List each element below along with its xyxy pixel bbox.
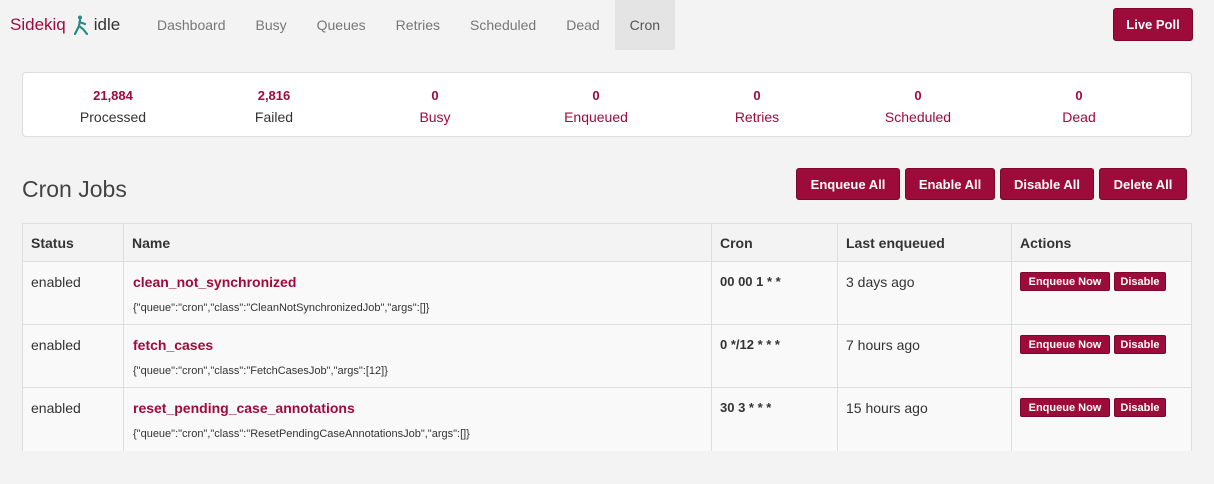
header-status: Status — [31, 235, 74, 251]
stat-label: Scheduled — [884, 109, 952, 125]
table-row: enabled fetch_cases {"queue":"cron","cla… — [23, 325, 1191, 388]
disable-button[interactable]: Disable — [1114, 335, 1166, 354]
live-poll-button[interactable]: Live Poll — [1113, 8, 1193, 41]
stat-label: Busy — [419, 109, 451, 125]
stat-label: Retries — [734, 109, 780, 125]
stat-enqueued[interactable]: 0 Enqueued — [526, 73, 666, 138]
disable-button[interactable]: Disable — [1114, 398, 1166, 417]
job-args: {"queue":"cron","class":"FetchCasesJob",… — [133, 365, 388, 377]
table-header-row: Status Name Cron Last enqueued Actions — [23, 224, 1191, 262]
stat-count: 0 — [431, 88, 439, 103]
delete-all-button[interactable]: Delete All — [1099, 168, 1187, 200]
disable-button[interactable]: Disable — [1114, 272, 1166, 291]
nav-busy[interactable]: Busy — [241, 0, 302, 50]
brand-name: Sidekiq — [10, 15, 66, 34]
stat-label: Processed — [79, 109, 147, 125]
header-actions: Actions — [1020, 235, 1072, 251]
table-row: enabled reset_pending_case_annotations {… — [23, 388, 1191, 451]
process-status: idle — [93, 15, 121, 34]
nav-dead[interactable]: Dead — [551, 0, 614, 50]
stat-dead[interactable]: 0 Dead — [1009, 73, 1149, 138]
stat-label: Failed — [254, 109, 294, 125]
job-name-link[interactable]: clean_not_synchronized — [133, 274, 296, 290]
job-name-link[interactable]: fetch_cases — [133, 337, 213, 353]
last-enqueued: 7 hours ago — [846, 337, 920, 353]
nav-scheduled[interactable]: Scheduled — [455, 0, 551, 50]
cron-expression: 30 3 * * * — [720, 400, 772, 415]
stat-count: 21,884 — [93, 88, 133, 103]
stat-scheduled[interactable]: 0 Scheduled — [848, 73, 988, 138]
header-cron: Cron — [720, 235, 753, 251]
job-args: {"queue":"cron","class":"CleanNotSynchro… — [133, 302, 430, 314]
job-status: enabled — [31, 400, 81, 416]
job-name-link[interactable]: reset_pending_case_annotations — [133, 400, 355, 416]
sidekiq-figure-icon — [73, 15, 88, 35]
brand[interactable]: Sidekiq idle — [10, 0, 120, 50]
navbar: Sidekiq idle Dashboard Busy Queues Retri… — [0, 0, 1214, 50]
nav-dashboard[interactable]: Dashboard — [142, 0, 241, 50]
cron-jobs-table: Status Name Cron Last enqueued Actions e… — [22, 223, 1192, 451]
job-status: enabled — [31, 274, 81, 290]
disable-all-button[interactable]: Disable All — [1000, 168, 1094, 200]
stat-count: 0 — [1075, 88, 1083, 103]
enqueue-all-button[interactable]: Enqueue All — [796, 168, 900, 200]
enqueue-now-button[interactable]: Enqueue Now — [1020, 335, 1110, 354]
page-title: Cron Jobs — [22, 176, 127, 202]
stat-busy[interactable]: 0 Busy — [365, 73, 505, 138]
stat-retries[interactable]: 0 Retries — [687, 73, 827, 138]
job-args: {"queue":"cron","class":"ResetPendingCas… — [133, 428, 470, 440]
main-nav: Dashboard Busy Queues Retries Scheduled … — [142, 0, 676, 50]
cron-expression: 0 */12 * * * — [720, 337, 780, 352]
stat-count: 0 — [753, 88, 761, 103]
stat-processed[interactable]: 21,884 Processed — [43, 73, 183, 138]
enqueue-now-button[interactable]: Enqueue Now — [1020, 272, 1110, 291]
enqueue-now-button[interactable]: Enqueue Now — [1020, 398, 1110, 417]
job-status: enabled — [31, 337, 81, 353]
nav-retries[interactable]: Retries — [381, 0, 455, 50]
stat-label: Dead — [1062, 109, 1096, 125]
stats-summary: 21,884 Processed 2,816 Failed 0 Busy 0 E… — [22, 72, 1192, 137]
table-row: enabled clean_not_synchronized {"queue":… — [23, 262, 1191, 325]
stat-count: 0 — [914, 88, 922, 103]
stat-count: 2,816 — [257, 88, 291, 103]
cron-expression: 00 00 1 * * — [720, 274, 781, 289]
last-enqueued: 15 hours ago — [846, 400, 928, 416]
stat-label: Enqueued — [564, 109, 628, 125]
enable-all-button[interactable]: Enable All — [905, 168, 995, 200]
stat-failed[interactable]: 2,816 Failed — [204, 73, 344, 138]
header-name: Name — [132, 235, 171, 251]
header-last-enqueued: Last enqueued — [846, 235, 945, 251]
nav-queues[interactable]: Queues — [302, 0, 381, 50]
nav-cron[interactable]: Cron — [614, 0, 676, 50]
last-enqueued: 3 days ago — [846, 274, 915, 290]
stat-count: 0 — [592, 88, 600, 103]
